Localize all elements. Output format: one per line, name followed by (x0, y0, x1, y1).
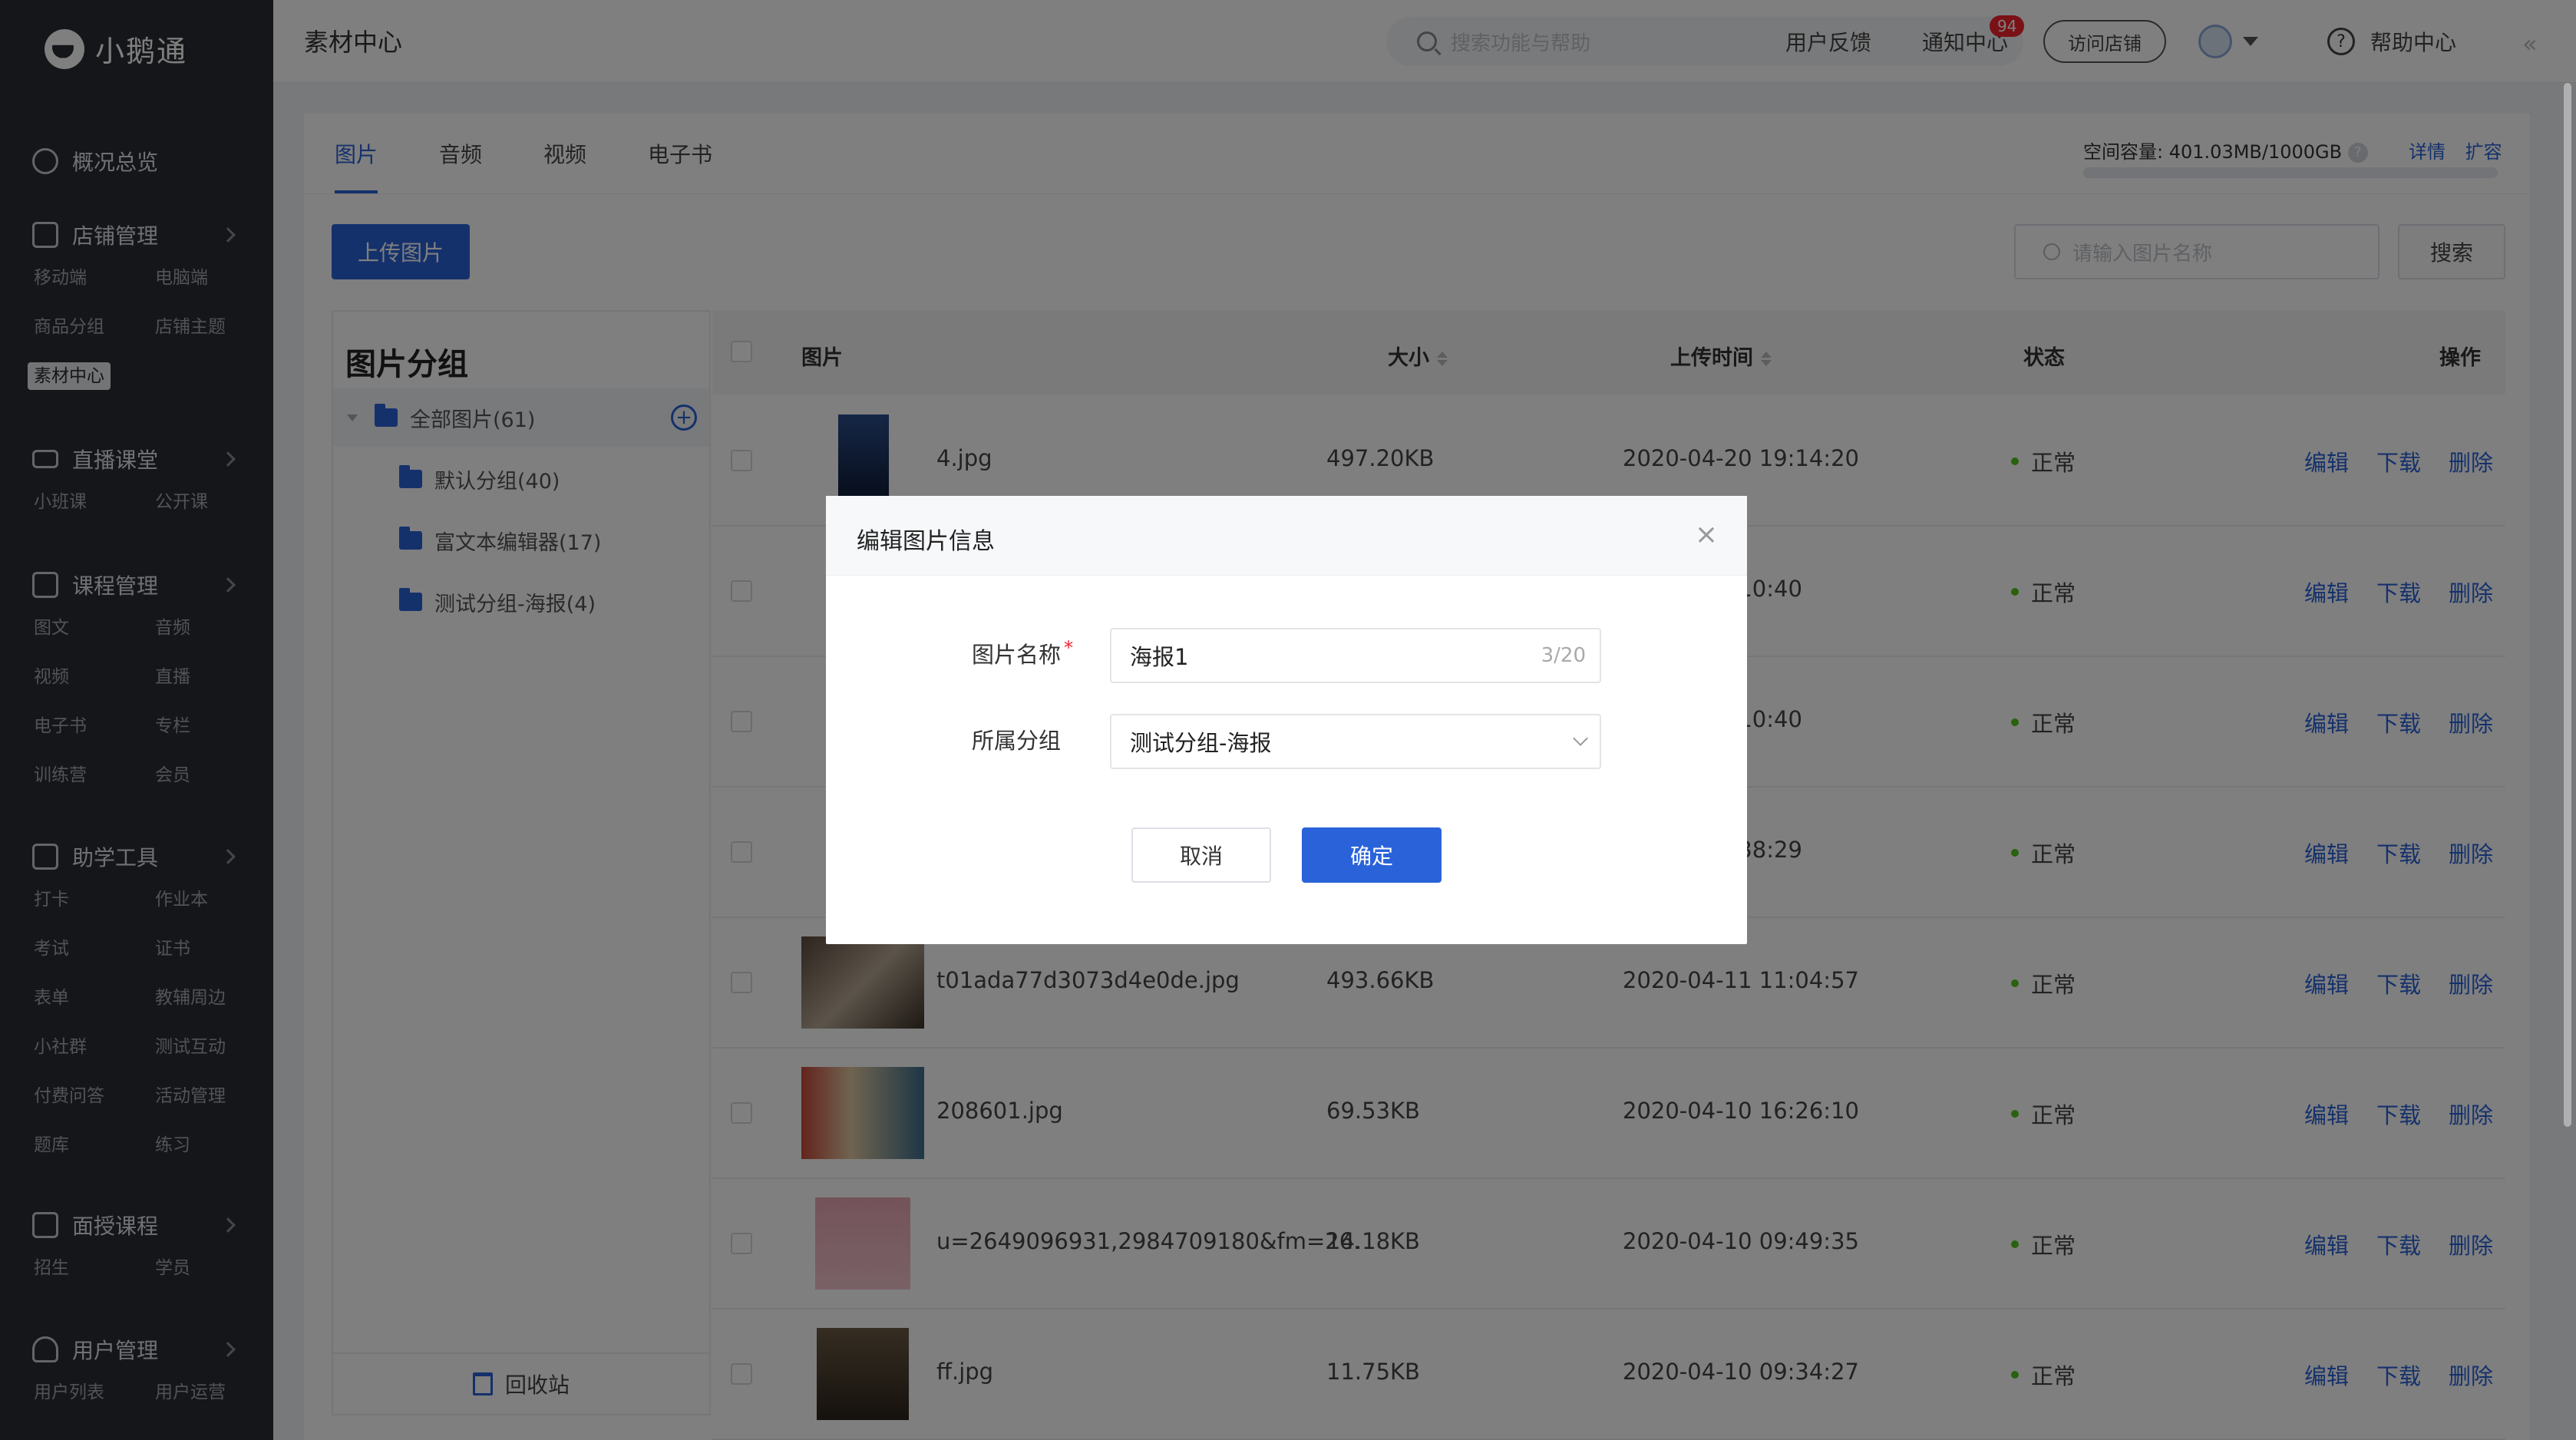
image-name-value: 海报1 (1130, 644, 1189, 670)
dialog-header: 编辑图片信息 × (826, 496, 1747, 576)
confirm-button[interactable]: 确定 (1302, 827, 1442, 883)
required-mark: * (1064, 637, 1074, 659)
edit-image-dialog: 编辑图片信息 × 图片名称 * 海报1 3/20 所属分组 测试分组-海报 取消 … (826, 496, 1747, 944)
page-scrollbar[interactable] (2564, 83, 2571, 1127)
cancel-button[interactable]: 取消 (1131, 827, 1271, 883)
char-counter: 3/20 (1541, 644, 1586, 667)
group-label: 所属分组 (972, 728, 1062, 754)
chevron-down-icon (1573, 731, 1588, 746)
image-name-label: 图片名称 * (972, 637, 1074, 668)
image-name-field[interactable]: 海报1 3/20 (1110, 628, 1601, 683)
group-select-value: 测试分组-海报 (1130, 730, 1272, 756)
close-icon[interactable]: × (1695, 519, 1718, 550)
dialog-title: 编辑图片信息 (857, 528, 995, 555)
group-select[interactable]: 测试分组-海报 (1110, 714, 1601, 769)
